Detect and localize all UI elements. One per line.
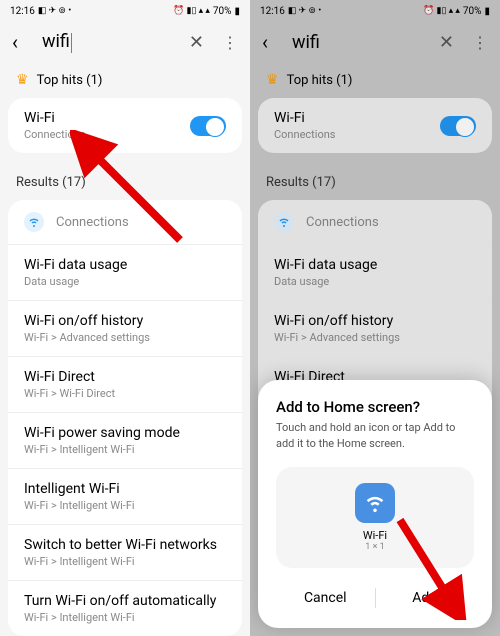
status-time: 12:16 <box>10 6 35 17</box>
list-item[interactable]: Wi-Fi on/off historyWi-Fi > Advanced set… <box>8 301 242 357</box>
more-icon[interactable]: ⋮ <box>222 33 238 52</box>
wifi-title: Wi-Fi <box>274 110 440 126</box>
wifi-app-icon <box>355 483 395 523</box>
wifi-toggle[interactable] <box>190 116 226 136</box>
results-card: Connections Wi-Fi data usageData usage W… <box>8 200 242 636</box>
search-input[interactable]: wifi <box>42 31 179 52</box>
status-time: 12:16 <box>260 6 285 17</box>
status-notif-icons: ◧ ✈ ⊚ • <box>38 6 71 16</box>
more-icon[interactable]: ⋮ <box>472 33 488 52</box>
wifi-icon <box>24 212 44 232</box>
app-label: Wi-Fi <box>292 529 458 542</box>
connections-label: Connections <box>56 215 129 230</box>
phone-screen-right: 12:16 ◧ ✈ ⊚ • ⏰ ▮▯ ▴ ▴ 70% ▮ ‹ wifi ✕ ⋮ … <box>250 0 500 636</box>
top-hits-card: Wi-Fi Connections <box>258 98 492 153</box>
list-item[interactable]: Switch to better Wi-Fi networksWi-Fi > I… <box>8 525 242 581</box>
app-size: 1 × 1 <box>292 542 458 552</box>
connections-label: Connections <box>306 215 379 230</box>
status-battery: 70% <box>213 6 232 17</box>
list-item[interactable]: Wi-Fi data usageData usage <box>258 245 492 301</box>
back-icon[interactable]: ‹ <box>12 30 32 54</box>
status-signal-icons: ⏰ ▮▯ ▴ ▴ <box>423 6 460 16</box>
clear-icon[interactable]: ✕ <box>189 32 204 53</box>
add-home-sheet: Add to Home screen? Touch and hold an ic… <box>258 380 492 628</box>
top-hits-header: ♛ Top hits (1) <box>250 62 500 98</box>
wifi-icon <box>274 212 294 232</box>
cancel-button[interactable]: Cancel <box>276 578 375 618</box>
phone-screen-left: 12:16 ◧ ✈ ⊚ • ⏰ ▮▯ ▴ ▴ 70% ▮ ‹ wifi ✕ ⋮ … <box>0 0 250 636</box>
sheet-description: Touch and hold an icon or tap Add to add… <box>276 420 474 451</box>
list-item[interactable]: Intelligent Wi-FiWi-Fi > Intelligent Wi-… <box>8 469 242 525</box>
wifi-toggle-item[interactable]: Wi-Fi Connections <box>8 98 242 153</box>
wifi-sub: Connections <box>24 128 190 141</box>
top-hits-header: ♛ Top hits (1) <box>0 62 250 98</box>
clear-icon[interactable]: ✕ <box>439 32 454 53</box>
status-signal-icons: ⏰ ▮▯ ▴ ▴ <box>173 6 210 16</box>
list-item[interactable]: Wi-Fi power saving modeWi-Fi > Intellige… <box>8 413 242 469</box>
status-bar: 12:16 ◧ ✈ ⊚ • ⏰ ▮▯ ▴ ▴ 70% ▮ <box>250 0 500 22</box>
connections-header[interactable]: Connections <box>258 200 492 245</box>
wifi-toggle-item[interactable]: Wi-Fi Connections <box>258 98 492 153</box>
icon-preview[interactable]: Wi-Fi 1 × 1 <box>276 467 474 568</box>
battery-icon: ▮ <box>484 6 490 17</box>
list-item[interactable]: Wi-Fi on/off historyWi-Fi > Advanced set… <box>258 301 492 357</box>
sheet-title: Add to Home screen? <box>276 398 474 416</box>
add-button[interactable]: Add <box>376 578 475 618</box>
status-battery: 70% <box>463 6 482 17</box>
battery-icon: ▮ <box>234 6 240 17</box>
list-item[interactable]: Wi-Fi DirectWi-Fi > Wi-Fi Direct <box>8 357 242 413</box>
connections-header[interactable]: Connections <box>8 200 242 245</box>
list-item[interactable]: Turn Wi-Fi on/off automaticallyWi-Fi > I… <box>8 581 242 636</box>
search-input[interactable]: wifi <box>292 32 429 53</box>
status-bar: 12:16 ◧ ✈ ⊚ • ⏰ ▮▯ ▴ ▴ 70% ▮ <box>0 0 250 22</box>
search-row: ‹ wifi ✕ ⋮ <box>250 22 500 62</box>
results-header: Results (17) <box>0 165 250 200</box>
wifi-title: Wi-Fi <box>24 110 190 126</box>
search-row: ‹ wifi ✕ ⋮ <box>0 22 250 62</box>
top-hits-card: Wi-Fi Connections <box>8 98 242 153</box>
top-hits-label: Top hits (1) <box>37 73 103 88</box>
crown-icon: ♛ <box>266 72 279 88</box>
results-header: Results (17) <box>250 165 500 200</box>
wifi-sub: Connections <box>274 128 440 141</box>
list-item[interactable]: Wi-Fi data usageData usage <box>8 245 242 301</box>
wifi-toggle[interactable] <box>440 116 476 136</box>
back-icon[interactable]: ‹ <box>262 30 282 54</box>
sheet-buttons: Cancel Add <box>276 578 474 618</box>
crown-icon: ♛ <box>16 72 29 88</box>
status-notif-icons: ◧ ✈ ⊚ • <box>288 6 321 16</box>
top-hits-label: Top hits (1) <box>287 73 353 88</box>
